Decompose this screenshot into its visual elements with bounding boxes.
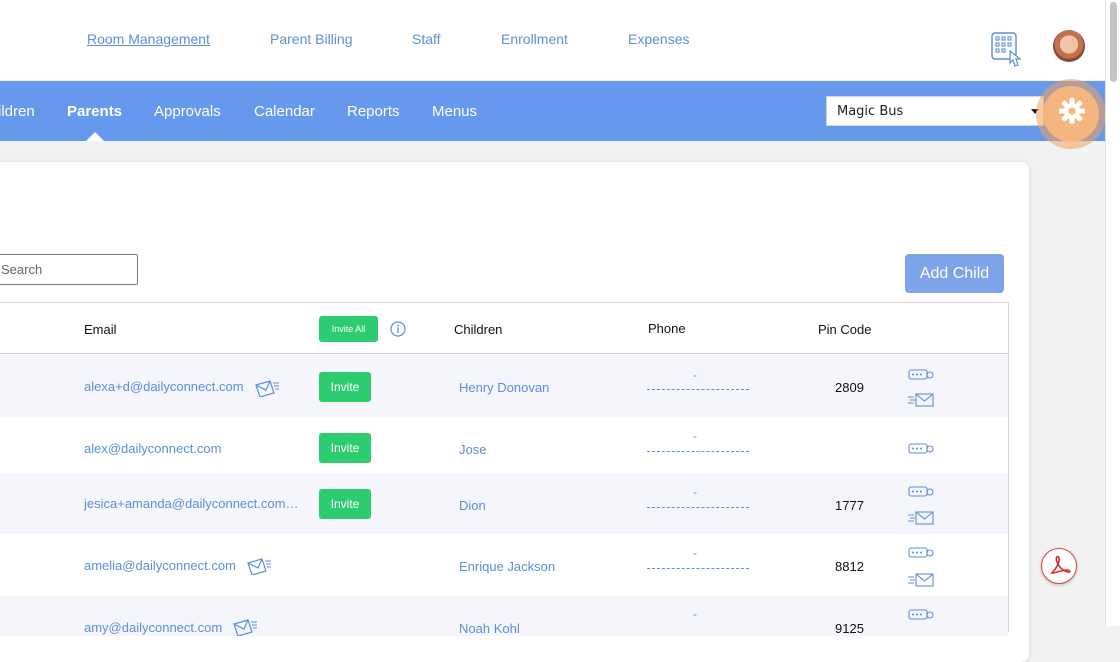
invite-button[interactable]: Invite	[319, 372, 371, 402]
nav-staff[interactable]: Staff	[412, 31, 441, 47]
top-nav: Room Management Parent Billing Staff Enr…	[0, 0, 1105, 80]
pin-reset-icon[interactable]	[908, 486, 934, 498]
pin-code: 1777	[835, 498, 864, 513]
gear-icon[interactable]	[1058, 95, 1086, 127]
child-link[interactable]: Noah Kohl	[459, 621, 520, 636]
table-row: amy@dailyconnect.com Noah Kohl - 9125	[0, 596, 1008, 636]
send-email-icon[interactable]	[254, 379, 280, 397]
tab-approvals[interactable]: Approvals	[154, 103, 221, 120]
table-header: Email Invite All Children Phone Pin Code	[0, 303, 1008, 354]
phone-value[interactable]: -	[693, 607, 697, 621]
nav-parent-billing[interactable]: Parent Billing	[270, 31, 353, 47]
child-link[interactable]: Jose	[459, 442, 486, 457]
search-input[interactable]	[0, 254, 138, 285]
tab-calendar[interactable]: Calendar	[254, 103, 315, 120]
phone-value[interactable]: -	[693, 368, 697, 382]
header-email: Email	[84, 322, 117, 337]
child-link[interactable]: Enrique Jackson	[459, 559, 555, 574]
user-avatar[interactable]	[1053, 30, 1085, 62]
kiosk-keypad-icon[interactable]	[990, 31, 1024, 69]
child-link[interactable]: Dion	[459, 498, 486, 513]
header-children: Children	[454, 322, 503, 337]
table-row: jesica+amanda@dailyconnect.com… Invite D…	[0, 473, 1008, 534]
nav-expenses[interactable]: Expenses	[628, 31, 689, 47]
parents-table: Email Invite All Children Phone Pin Code…	[0, 302, 1009, 636]
pin-code: 9125	[835, 621, 864, 636]
pin-reset-icon[interactable]	[908, 369, 934, 381]
email-link[interactable]: jesica+amanda@dailyconnect.com…	[84, 496, 298, 511]
pin-code: 2809	[835, 380, 864, 395]
pin-code: 8812	[835, 559, 864, 574]
pin-reset-icon[interactable]	[908, 443, 934, 455]
email-link[interactable]: alexa+d@dailyconnect.com	[84, 379, 244, 394]
tab-menus[interactable]: Menus	[432, 103, 477, 120]
header-pin: Pin Code	[818, 322, 872, 337]
scrollbar-thumb[interactable]	[1110, 2, 1117, 82]
tab-children[interactable]: ildren	[0, 103, 35, 120]
active-tab-indicator	[86, 132, 104, 141]
add-child-button[interactable]: Add Child	[905, 254, 1004, 293]
phone-value[interactable]: -	[693, 485, 697, 499]
email-pin-icon[interactable]	[908, 572, 934, 588]
invite-button[interactable]: Invite	[319, 489, 371, 519]
settings-highlight[interactable]	[1036, 79, 1106, 149]
table-row: alex@dailyconnect.com Invite Jose -	[0, 417, 1008, 473]
email-pin-icon[interactable]	[908, 392, 934, 408]
email-link[interactable]: amelia@dailyconnect.com	[84, 558, 236, 573]
center-select[interactable]: Magic Bus	[826, 96, 1044, 126]
pdf-export-button[interactable]	[1041, 548, 1077, 584]
send-email-icon[interactable]	[232, 618, 258, 636]
table-row: amelia@dailyconnect.com Enrique Jackson …	[0, 534, 1008, 596]
center-select-value: Magic Bus	[837, 104, 904, 119]
pin-reset-icon[interactable]	[908, 547, 934, 559]
child-link[interactable]: Henry Donovan	[459, 380, 549, 395]
header-phone: Phone	[648, 321, 686, 336]
invite-all-button[interactable]: Invite All	[319, 316, 378, 342]
phone-value[interactable]: -	[693, 429, 697, 443]
pin-reset-icon[interactable]	[908, 609, 934, 621]
nav-room-management[interactable]: Room Management	[87, 31, 210, 47]
tab-parents[interactable]: Parents	[67, 103, 122, 120]
nav-enrollment[interactable]: Enrollment	[501, 31, 568, 47]
table-row: alexa+d@dailyconnect.com Invite Henry Do…	[0, 355, 1008, 417]
tab-reports[interactable]: Reports	[347, 103, 400, 120]
phone-value[interactable]: -	[693, 546, 697, 560]
email-pin-icon[interactable]	[908, 510, 934, 526]
email-link[interactable]: amy@dailyconnect.com	[84, 620, 222, 635]
send-email-icon[interactable]	[246, 557, 272, 575]
pdf-icon	[1050, 555, 1071, 574]
invite-button[interactable]: Invite	[319, 433, 371, 463]
page-scrollbar[interactable]	[1105, 0, 1120, 626]
email-link[interactable]: alex@dailyconnect.com	[84, 441, 221, 456]
info-icon[interactable]	[390, 321, 406, 337]
